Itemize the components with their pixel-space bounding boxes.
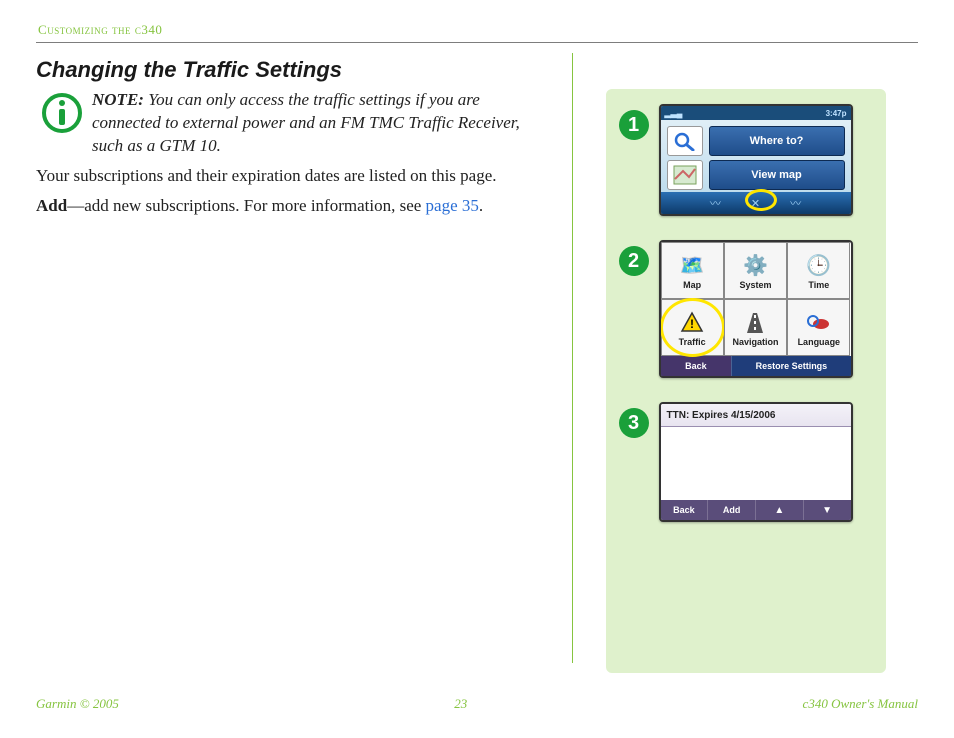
subscription-row[interactable]: TTN: Expires 4/15/2006 xyxy=(661,404,851,427)
paragraph-1: Your subscriptions and their expiration … xyxy=(36,164,546,188)
add-button[interactable]: Add xyxy=(707,500,755,520)
scroll-up-button[interactable]: ▲ xyxy=(755,500,803,520)
header-rule xyxy=(36,42,918,43)
subscription-list-empty xyxy=(661,427,851,500)
cell-label: Language xyxy=(798,337,841,347)
device-screen-1: ▂▃▄ 3:47p xyxy=(659,104,853,216)
gear-icon: ⚙️ xyxy=(743,252,768,280)
right-column: 1 ▂▃▄ 3:47p xyxy=(573,53,918,673)
note-body: You can only access the traffic settings… xyxy=(92,90,520,155)
settings-time[interactable]: 🕒 Time xyxy=(787,242,850,299)
add-desc: add new subscriptions. For more informat… xyxy=(84,196,425,215)
page-footer: Garmin © 2005 23 c340 Owner's Manual xyxy=(36,696,918,712)
restore-settings-button[interactable]: Restore Settings xyxy=(731,356,850,376)
back-button[interactable]: Back xyxy=(661,500,708,520)
page-number: 23 xyxy=(119,696,803,712)
add-term: Add xyxy=(36,196,67,215)
cell-label: System xyxy=(739,280,771,290)
step-badge-2: 2 xyxy=(619,246,649,276)
step-3: 3 TTN: Expires 4/15/2006 Back Add ▲ ▼ xyxy=(619,402,873,522)
road-icon xyxy=(743,309,767,337)
step-1: 1 ▂▃▄ 3:47p xyxy=(619,104,873,216)
view-map-button[interactable]: View map xyxy=(709,160,845,190)
note-block: NOTE: You can only access the traffic se… xyxy=(40,89,546,158)
cell-label: Map xyxy=(683,280,701,290)
footer-right: c340 Owner's Manual xyxy=(803,696,918,712)
footer-left: Garmin © 2005 xyxy=(36,696,119,712)
scroll-down-button[interactable]: ▼ xyxy=(803,500,851,520)
settings-traffic[interactable]: ! Traffic xyxy=(661,299,724,356)
where-to-button[interactable]: Where to? xyxy=(709,126,845,156)
cell-label: Time xyxy=(808,280,829,290)
map-icon: 🗺️ xyxy=(680,252,705,280)
settings-system[interactable]: ⚙️ System xyxy=(724,242,787,299)
add-dash: — xyxy=(67,196,84,215)
highlight-ring xyxy=(745,189,777,211)
settings-map[interactable]: 🗺️ Map xyxy=(661,242,724,299)
clock-icon: 🕒 xyxy=(806,252,831,280)
step-badge-1: 1 xyxy=(619,110,649,140)
note-text: NOTE: You can only access the traffic se… xyxy=(92,89,546,158)
settings-language[interactable]: Language xyxy=(787,299,850,356)
cell-label: Navigation xyxy=(732,337,778,347)
chevron-up-icon: ▲ xyxy=(774,505,784,516)
settings-navigation[interactable]: Navigation xyxy=(724,299,787,356)
screenshot-panel: 1 ▂▃▄ 3:47p xyxy=(606,89,886,673)
step-2: 2 🗺️ Map ⚙️ System � xyxy=(619,240,873,378)
add-tail: . xyxy=(479,196,483,215)
page-link[interactable]: page 35 xyxy=(426,196,479,215)
left-column: Changing the Traffic Settings NOTE: You … xyxy=(36,53,572,673)
chevron-down-icon: ▼ xyxy=(822,505,832,516)
section-title: Changing the Traffic Settings xyxy=(36,57,546,83)
add-entry: Add—add new subscriptions. For more info… xyxy=(36,194,546,218)
info-icon xyxy=(40,91,84,140)
note-label: NOTE: xyxy=(92,90,144,109)
lips-icon xyxy=(807,309,831,337)
running-head: Customizing the c340 xyxy=(38,22,918,38)
wave-icon: 〰 xyxy=(790,195,801,211)
step-badge-3: 3 xyxy=(619,408,649,438)
device-screen-2: 🗺️ Map ⚙️ System 🕒 Time xyxy=(659,240,853,378)
magnifier-icon xyxy=(667,126,703,156)
clock: 3:47p xyxy=(826,109,847,118)
status-bar: ▂▃▄ 3:47p xyxy=(661,106,851,120)
map-thumbnail-icon xyxy=(667,160,703,190)
back-button[interactable]: Back xyxy=(661,356,732,376)
highlight-ring xyxy=(660,298,725,357)
signal-icon: ▂▃▄ xyxy=(665,109,683,118)
device-screen-3: TTN: Expires 4/15/2006 Back Add ▲ ▼ xyxy=(659,402,853,522)
wave-icon: 〰 xyxy=(710,195,721,211)
